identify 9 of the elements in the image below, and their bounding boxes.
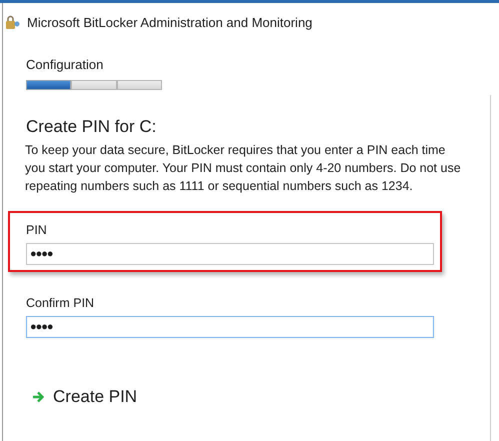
window-title: Microsoft BitLocker Administration and Monitoring	[27, 14, 312, 32]
pin-field[interactable]: ●●●●	[26, 316, 434, 338]
page-heading: Create PIN for C:	[26, 116, 158, 138]
description-text: To keep your data secure, BitLocker requires that you enter a PIN each time you start your computer. Your PIN must contain only 4-20 numbers. Do not use repeating numbers such as 1111 or sequential numbers such as 1234.	[25, 142, 462, 195]
progress-label: Configuration	[26, 56, 104, 74]
create-pin-link[interactable]: Create PIN	[32, 384, 138, 410]
pin-field[interactable]: ●●●●	[26, 242, 434, 265]
field-label: PIN	[26, 222, 48, 239]
field-label: Confirm PIN	[26, 295, 96, 312]
